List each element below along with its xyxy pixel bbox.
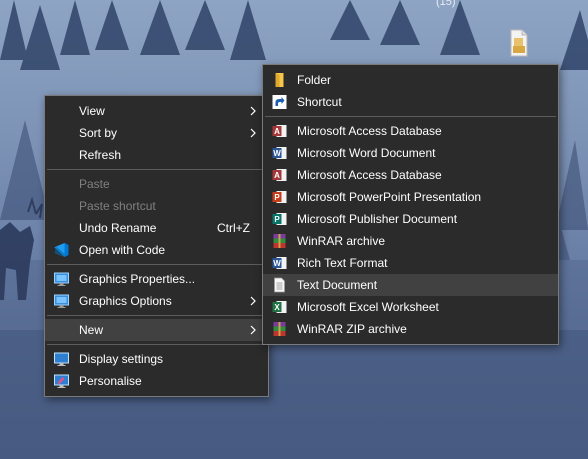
menu-item-sort-by[interactable]: Sort by	[45, 122, 268, 144]
menu-item-label: WinRAR ZIP archive	[297, 322, 407, 336]
menu-item-label: Rich Text Format	[297, 256, 388, 270]
menu-item-label: Microsoft PowerPoint Presentation	[297, 190, 482, 204]
menu-item-graphics-properties[interactable]: Graphics Properties...	[45, 268, 268, 290]
menu-item-label: Folder	[297, 73, 332, 87]
chevron-right-icon	[250, 106, 256, 116]
menu-item-refresh[interactable]: Refresh	[45, 144, 268, 166]
powerpoint-icon: P	[272, 191, 287, 203]
new-item-access-database-2[interactable]: A Microsoft Access Database	[263, 164, 558, 186]
graphics-icon	[54, 272, 69, 286]
menu-item-new[interactable]: New	[45, 319, 268, 341]
menu-separator	[265, 116, 556, 117]
menu-item-label: Graphics Properties...	[79, 272, 196, 286]
new-item-folder[interactable]: Folder	[263, 69, 558, 91]
new-item-publisher-document[interactable]: P Microsoft Publisher Document	[263, 208, 558, 230]
new-item-word-document[interactable]: W Microsoft Word Document	[263, 142, 558, 164]
menu-item-label: Personalise	[79, 374, 142, 388]
menu-item-label: Graphics Options	[79, 294, 172, 308]
new-item-rich-text-format[interactable]: W Rich Text Format	[263, 252, 558, 274]
menu-item-open-with-code[interactable]: Open with Code	[45, 239, 268, 261]
folder-icon	[275, 73, 284, 87]
new-item-winrar-zip-archive[interactable]: WinRAR ZIP archive	[263, 318, 558, 340]
chevron-right-icon	[250, 325, 256, 335]
new-item-winrar-archive[interactable]: WinRAR archive	[263, 230, 558, 252]
menu-item-label: Paste	[79, 177, 110, 191]
menu-item-label: Sort by	[79, 126, 118, 140]
vscode-icon	[54, 243, 69, 257]
new-item-excel-worksheet[interactable]: X Microsoft Excel Worksheet	[263, 296, 558, 318]
menu-item-personalise[interactable]: Personalise	[45, 370, 268, 392]
svg-text:P: P	[274, 215, 280, 224]
desktop-context-menu: View Sort by Refresh Paste Paste shortcu…	[44, 95, 269, 397]
menu-item-undo-rename[interactable]: Undo Rename Ctrl+Z	[45, 217, 268, 239]
winrar-zip-icon	[273, 322, 286, 336]
menu-separator	[47, 315, 266, 316]
menu-item-label: Undo Rename	[79, 221, 157, 235]
text-document-icon	[274, 277, 285, 293]
menu-item-label: Microsoft Publisher Document	[297, 212, 458, 226]
chevron-right-icon	[250, 128, 256, 138]
svg-text:A: A	[274, 127, 280, 136]
new-item-text-document[interactable]: Text Document	[263, 274, 558, 296]
menu-item-label: Microsoft Access Database	[297, 124, 442, 138]
menu-item-label: Shortcut	[297, 95, 342, 109]
menu-item-label: Open with Code	[79, 243, 166, 257]
new-submenu: Folder Shortcut A Microsoft Access Datab…	[262, 64, 559, 345]
new-item-shortcut[interactable]: Shortcut	[263, 91, 558, 113]
menu-item-label: WinRAR archive	[297, 234, 386, 248]
svg-text:W: W	[273, 259, 281, 268]
menu-item-graphics-options[interactable]: Graphics Options	[45, 290, 268, 312]
svg-text:W: W	[273, 149, 281, 158]
menu-item-label: Microsoft Word Document	[297, 146, 436, 160]
svg-text:P: P	[274, 193, 280, 202]
menu-item-paste-shortcut: Paste shortcut	[45, 195, 268, 217]
menu-item-label: Microsoft Access Database	[297, 168, 442, 182]
menu-item-view[interactable]: View	[45, 100, 268, 122]
menu-item-label: Refresh	[79, 148, 122, 162]
menu-separator	[47, 344, 266, 345]
svg-text:X: X	[274, 303, 280, 312]
menu-item-label: Display settings	[79, 352, 164, 366]
desktop-corner-count: (15)	[436, 0, 456, 8]
menu-item-label: View	[79, 104, 105, 118]
access-icon: A	[272, 169, 287, 181]
publisher-icon: P	[272, 213, 287, 225]
menu-item-label: Microsoft Excel Worksheet	[297, 300, 439, 314]
shortcut-icon	[272, 95, 287, 109]
menu-item-display-settings[interactable]: Display settings	[45, 348, 268, 370]
excel-icon: X	[272, 301, 287, 313]
chevron-right-icon	[250, 296, 256, 306]
access-icon: A	[272, 125, 287, 137]
graphics-icon	[54, 294, 69, 308]
display-settings-icon	[54, 352, 69, 366]
word-icon: W	[272, 257, 287, 269]
menu-separator	[47, 264, 266, 265]
personalise-icon	[54, 374, 69, 388]
keyboard-shortcut: Ctrl+Z	[217, 221, 250, 235]
menu-separator	[47, 169, 266, 170]
menu-item-paste: Paste	[45, 173, 268, 195]
menu-item-label: Text Document	[297, 278, 378, 292]
new-item-powerpoint-presentation[interactable]: P Microsoft PowerPoint Presentation	[263, 186, 558, 208]
menu-item-label: Paste shortcut	[79, 199, 156, 213]
word-icon: W	[272, 147, 287, 159]
winrar-icon	[273, 234, 286, 248]
menu-item-label: New	[79, 323, 104, 337]
new-item-access-database[interactable]: A Microsoft Access Database	[263, 120, 558, 142]
svg-text:A: A	[274, 171, 280, 180]
desktop-file-icon[interactable]	[509, 29, 529, 57]
